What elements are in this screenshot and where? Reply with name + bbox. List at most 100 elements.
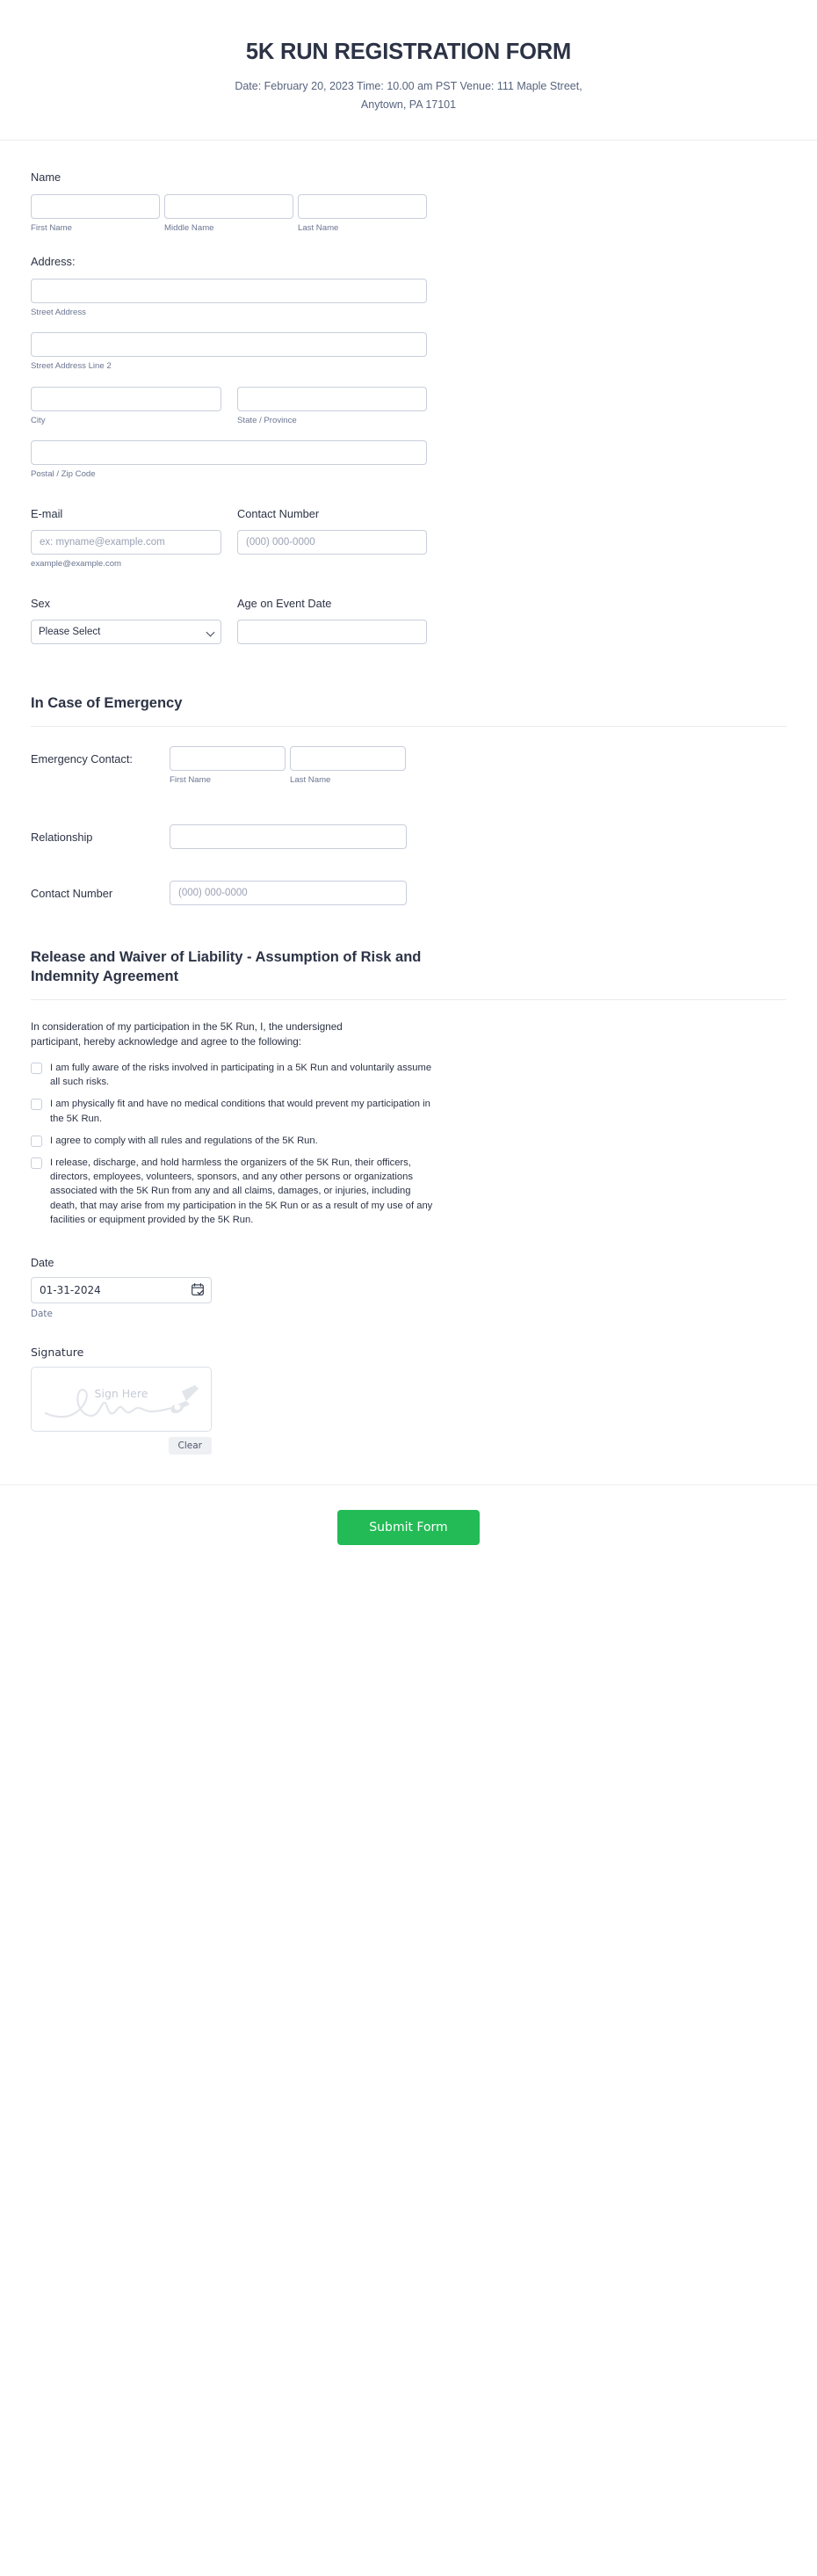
middle-name-col: Middle Name [164, 193, 293, 234]
signature-label: Signature [31, 1346, 84, 1360]
waiver-checkbox-item[interactable]: I am fully aware of the risks involved i… [31, 1061, 786, 1089]
form-footer: Submit Form [0, 1484, 817, 1584]
emergency-contact-number-label: Contact Number [31, 887, 113, 901]
date-input[interactable] [31, 1277, 212, 1304]
emergency-first-name-sublabel: First Name [170, 774, 211, 785]
relationship-label: Relationship [31, 831, 93, 845]
checkbox-icon[interactable] [31, 1157, 42, 1169]
first-name-sublabel: First Name [31, 222, 72, 233]
age-col: Age on Event Date [237, 597, 427, 645]
checkbox-icon[interactable] [31, 1062, 42, 1074]
city-input[interactable] [31, 386, 221, 411]
state-col: State / Province [237, 386, 427, 426]
pen-nib-icon [44, 1385, 199, 1419]
sex-col: Sex Please Select [31, 597, 221, 645]
emergency-name-row: First Name Last Name [170, 745, 786, 786]
event-details-subtitle: Date: February 20, 2023 Time: 10.00 am P… [235, 79, 582, 111]
date-input-wrapper [31, 1277, 212, 1304]
middle-name-sublabel: Middle Name [164, 222, 214, 233]
checkbox-icon[interactable] [31, 1135, 42, 1147]
postal-code-sublabel: Postal / Zip Code [31, 469, 96, 480]
waiver-checkbox-list: I am fully aware of the risks involved i… [0, 1061, 817, 1227]
contact-number-input[interactable] [237, 530, 427, 555]
emergency-section-header: In Case of Emergency [0, 674, 817, 725]
waiver-checkbox-label: I am physically fit and have no medical … [50, 1099, 430, 1124]
postal-code-input[interactable] [31, 440, 427, 466]
emergency-section-title: In Case of Emergency [31, 695, 183, 712]
city-sublabel: City [31, 415, 46, 425]
emergency-contact-fields: First Name Last Name [170, 745, 786, 786]
sex-select[interactable]: Please Select [31, 620, 221, 645]
email-label: E-mail [31, 506, 63, 520]
city-col: City [31, 386, 221, 426]
emergency-contact-number-input[interactable] [170, 881, 407, 906]
waiver-checkbox-item[interactable]: I am physically fit and have no medical … [31, 1097, 786, 1125]
date-field-group: Date Date [0, 1257, 817, 1319]
waiver-checkbox-label: I am fully aware of the risks involved i… [50, 1062, 432, 1088]
address-field-group: Address: Street Address Street Address L… [0, 255, 817, 481]
relationship-field [170, 824, 786, 850]
name-field-group: Name First Name Middle Name Last Name [0, 171, 817, 234]
waiver-section-title: Release and Waiver of Liability - Assump… [31, 949, 422, 985]
waiver-intro-text: In consideration of my participation in … [31, 1020, 343, 1049]
signature-field-group: Signature Sign Here Clear [0, 1346, 817, 1455]
postal-code-row: Postal / Zip Code [31, 440, 817, 480]
emergency-last-name-sublabel: Last Name [290, 774, 331, 785]
waiver-checkbox-item[interactable]: I agree to comply with all rules and reg… [31, 1134, 786, 1148]
sex-age-row: Sex Please Select Age on Event Date [0, 597, 817, 645]
street-address-input[interactable] [31, 278, 427, 303]
name-label: Name [31, 171, 61, 185]
email-contact-row: E-mail example@example.com Contact Numbe… [0, 507, 817, 570]
relationship-input[interactable] [170, 824, 407, 850]
state-sublabel: State / Province [237, 415, 297, 425]
last-name-input[interactable] [298, 193, 427, 219]
date-sublabel: Date [31, 1309, 53, 1320]
last-name-sublabel: Last Name [298, 222, 339, 233]
age-input[interactable] [237, 620, 427, 645]
address-label: Address: [31, 255, 76, 269]
email-col: E-mail example@example.com [31, 507, 221, 570]
submit-form-button[interactable]: Submit Form [337, 1510, 480, 1546]
contact-number-col: Contact Number [237, 507, 427, 570]
last-name-col: Last Name [298, 193, 427, 234]
registration-form-page: 5K RUN REGISTRATION FORM Date: February … [0, 0, 817, 1585]
emergency-last-name-input[interactable] [290, 745, 406, 771]
first-name-input[interactable] [31, 193, 160, 219]
emergency-first-name-input[interactable] [170, 745, 286, 771]
street-address-2-input[interactable] [31, 332, 427, 358]
first-name-col: First Name [31, 193, 160, 234]
clear-signature-button[interactable]: Clear [168, 1437, 212, 1455]
signature-pad[interactable]: Sign Here [31, 1367, 212, 1433]
street-address-sublabel: Street Address [31, 307, 86, 317]
signature-clear-row: Clear [31, 1437, 212, 1455]
emergency-first-name-col: First Name [170, 745, 286, 786]
emergency-contact-row: Emergency Contact: First Name Last Name [0, 745, 817, 786]
sex-select-wrapper: Please Select [31, 620, 221, 645]
street-address-2-sublabel: Street Address Line 2 [31, 361, 112, 372]
name-row: First Name Middle Name Last Name [31, 193, 817, 234]
city-state-row: City State / Province [31, 386, 817, 426]
sex-label: Sex [31, 596, 51, 610]
page-title: 5K RUN REGISTRATION FORM [245, 40, 572, 64]
email-sublabel: example@example.com [31, 559, 122, 570]
emergency-contact-label: Emergency Contact: [31, 751, 133, 766]
waiver-checkbox-label: I release, discharge, and hold harmless … [50, 1157, 433, 1225]
checkbox-icon[interactable] [31, 1099, 42, 1111]
age-label: Age on Event Date [237, 596, 332, 610]
relationship-row: Relationship [0, 824, 817, 850]
contact-number-label: Contact Number [237, 506, 320, 520]
emergency-contact-number-field [170, 881, 786, 906]
emergency-contact-number-row: Contact Number [0, 881, 817, 906]
date-label: Date [31, 1257, 54, 1270]
form-header: 5K RUN REGISTRATION FORM Date: February … [0, 0, 817, 141]
emergency-last-name-col: Last Name [290, 745, 406, 786]
street-address-row: Street Address [31, 278, 817, 318]
state-input[interactable] [237, 386, 427, 411]
waiver-section-header: Release and Waiver of Liability - Assump… [0, 925, 817, 999]
form-body: Name First Name Middle Name Last Name Ad… [0, 141, 817, 1455]
street-address-2-row: Street Address Line 2 [31, 332, 817, 372]
waiver-checkbox-label: I agree to comply with all rules and reg… [50, 1135, 318, 1146]
waiver-checkbox-item[interactable]: I release, discharge, and hold harmless … [31, 1156, 786, 1227]
middle-name-input[interactable] [164, 193, 293, 219]
email-input[interactable] [31, 530, 221, 555]
